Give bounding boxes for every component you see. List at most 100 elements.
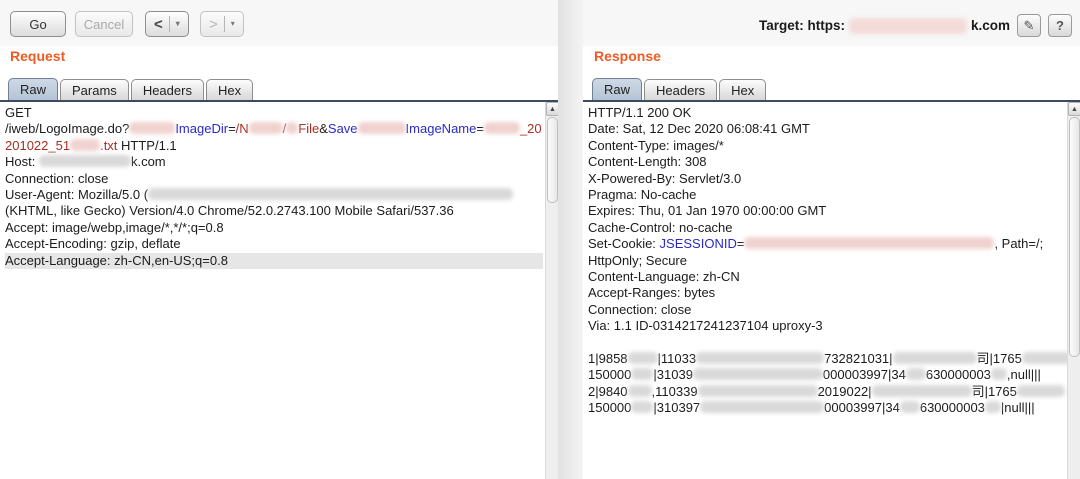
response-viewer[interactable]: HTTP/1.1 200 OKDate: Sat, 12 Dec 2020 06… — [583, 102, 1067, 479]
request-panel-title: Request — [10, 48, 65, 64]
request-line: /iweb/LogoImage.do?ImageDir=/N/File&Save… — [5, 121, 543, 137]
redacted-text — [628, 385, 652, 397]
redacted-text — [249, 122, 283, 134]
response-scrollbar[interactable]: ▲ — [1067, 102, 1080, 479]
text-segment: Connection: close — [5, 171, 108, 186]
text-segment: Save — [328, 121, 358, 136]
redacted-text — [693, 368, 823, 380]
text-segment: Pragma: No-cache — [588, 187, 696, 202]
response-line: 2|9840,1103392019022|司|1765 — [588, 384, 1065, 400]
tab-hex[interactable]: Hex — [719, 79, 766, 101]
scroll-up-icon[interactable]: ▲ — [1068, 102, 1080, 116]
help-button[interactable]: ? — [1048, 14, 1072, 37]
request-scrollbar-thumb[interactable] — [547, 117, 558, 203]
response-line: 150000|31039700003997|34630000003|null||… — [588, 400, 1065, 416]
response-line: Date: Sat, 12 Dec 2020 06:08:41 GMT — [588, 121, 1065, 137]
text-segment: HttpOnly; Secure — [588, 253, 687, 268]
request-line: Connection: close — [5, 171, 543, 187]
panel-splitter[interactable] — [558, 0, 583, 479]
request-line: User-Agent: Mozilla/5.0 ( — [5, 187, 543, 203]
text-segment: Cache-Control: no-cache — [588, 220, 733, 235]
redacted-text — [696, 352, 824, 364]
text-segment: Connection: close — [588, 302, 691, 317]
text-segment: = — [228, 121, 236, 136]
text-segment: GET — [5, 105, 32, 120]
back-arrow-icon: < — [154, 16, 163, 33]
response-line: Cache-Control: no-cache — [588, 220, 1065, 236]
tab-raw[interactable]: Raw — [592, 78, 642, 101]
target-label: Target: https: — [759, 18, 845, 33]
response-line: Content-Language: zh-CN — [588, 269, 1065, 285]
request-tabs: RawParamsHeadersHex — [8, 78, 255, 101]
chevron-down-icon[interactable]: ▾ — [231, 20, 235, 28]
text-segment: User-Agent: Mozilla/5.0 ( — [5, 187, 148, 202]
request-scrollbar[interactable]: ▲ — [545, 102, 558, 479]
text-segment: 732821031| — [824, 351, 892, 366]
redacted-text — [628, 352, 658, 364]
redacted-text — [358, 122, 406, 134]
text-segment: 150000 — [588, 367, 631, 382]
text-segment: HTTP/1.1 — [117, 138, 176, 153]
redacted-text — [900, 401, 920, 413]
text-segment: _20 — [520, 121, 542, 136]
forward-arrow-icon: > — [209, 16, 218, 33]
tab-headers[interactable]: Headers — [644, 79, 717, 101]
text-segment: 00003997|34 — [824, 400, 900, 415]
target-host-suffix: k.com — [971, 18, 1010, 33]
text-segment: & — [319, 121, 328, 136]
request-line: Host: k.com — [5, 154, 543, 170]
request-line: Accept-Language: zh-CN,en-US;q=0.8 — [5, 253, 543, 269]
redacted-text — [744, 237, 994, 249]
redacted-text — [39, 155, 131, 167]
request-editor[interactable]: GET/iweb/LogoImage.do?ImageDir=/N/File&S… — [0, 102, 545, 479]
response-line: Pragma: No-cache — [588, 187, 1065, 203]
text-segment: = — [476, 121, 484, 136]
text-segment: 630000003 — [920, 400, 985, 415]
history-back-button[interactable]: < ▾ — [145, 11, 189, 37]
redacted-text — [700, 401, 824, 413]
response-scrollbar-thumb[interactable] — [1069, 117, 1080, 357]
text-segment: Accept-Encoding: gzip, deflate — [5, 236, 181, 251]
text-segment: HTTP/1.1 200 OK — [588, 105, 691, 120]
text-segment: 1|9858 — [588, 351, 628, 366]
text-segment: = — [737, 236, 745, 251]
tab-params[interactable]: Params — [60, 79, 129, 101]
history-forward-button[interactable]: > ▾ — [200, 11, 244, 37]
tab-raw[interactable]: Raw — [8, 78, 58, 101]
response-line: 1|9858|11033732821031|司|1765 — [588, 351, 1065, 367]
redacted-text — [698, 385, 818, 397]
cancel-button[interactable]: Cancel — [75, 11, 133, 37]
redacted-text — [148, 188, 513, 200]
text-segment: Accept-Ranges: bytes — [588, 285, 715, 300]
text-segment: Expires: Thu, 01 Jan 1970 00:00:00 GMT — [588, 203, 826, 218]
response-line: Connection: close — [588, 302, 1065, 318]
redacted-text — [1017, 385, 1065, 397]
response-line: Set-Cookie: JSESSIONID=, Path=/; — [588, 236, 1065, 252]
text-segment: Set-Cookie: — [588, 236, 660, 251]
button-divider — [169, 16, 170, 32]
request-line: 201022_51.txt HTTP/1.1 — [5, 138, 543, 154]
request-line: (KHTML, like Gecko) Version/4.0 Chrome/5… — [5, 203, 543, 219]
chevron-down-icon[interactable]: ▾ — [176, 20, 180, 28]
text-segment: 630000003 — [926, 367, 991, 382]
edit-target-button[interactable]: ✎ — [1017, 14, 1041, 37]
go-button[interactable]: Go — [10, 11, 66, 37]
response-line: HTTP/1.1 200 OK — [588, 105, 1065, 121]
text-segment: ImageDir — [175, 121, 228, 136]
button-divider — [224, 16, 225, 32]
text-segment: /iweb/LogoImage.do? — [5, 121, 129, 136]
response-tabs: RawHeadersHex — [592, 78, 768, 101]
request-line: GET — [5, 105, 543, 121]
response-line: Content-Type: images/* — [588, 138, 1065, 154]
text-segment: , Path=/; — [994, 236, 1043, 251]
redacted-text — [991, 368, 1007, 380]
request-line: Accept: image/webp,image/*,*/*;q=0.8 — [5, 220, 543, 236]
response-line: Expires: Thu, 01 Jan 1970 00:00:00 GMT — [588, 203, 1065, 219]
text-segment: ImageName — [406, 121, 477, 136]
tab-hex[interactable]: Hex — [206, 79, 253, 101]
text-segment: .txt — [100, 138, 117, 153]
redacted-text — [286, 122, 298, 134]
tab-headers[interactable]: Headers — [131, 79, 204, 101]
text-segment: |310397 — [653, 400, 700, 415]
toolbar: Go Cancel < ▾ > ▾ Target: https: k.com ✎… — [0, 0, 1080, 46]
